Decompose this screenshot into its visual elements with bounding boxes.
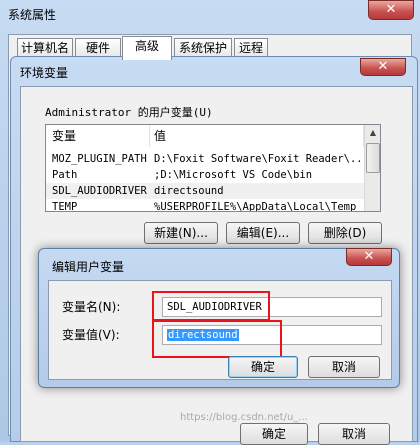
close-button[interactable]: ✕ bbox=[368, 0, 414, 20]
highlight-box bbox=[152, 320, 282, 358]
column-header-value[interactable]: 值 bbox=[150, 125, 364, 147]
table-row[interactable]: MOZ_PLUGIN_PATH D:\Foxit Software\Foxit … bbox=[46, 151, 364, 167]
vertical-scrollbar[interactable]: ▲ bbox=[364, 125, 380, 211]
variable-value-cell: directsound bbox=[154, 185, 224, 197]
tab-hardware[interactable]: 硬件 bbox=[75, 38, 121, 58]
delete-button[interactable]: 删除(D) bbox=[308, 222, 382, 244]
variable-name-cell: Path bbox=[52, 169, 78, 181]
variable-name-label: 变量名(N): bbox=[62, 300, 121, 314]
variable-value-cell: D:\Foxit Software\Foxit Reader\... bbox=[154, 153, 364, 165]
scroll-up-icon[interactable]: ▲ bbox=[365, 125, 380, 141]
user-variables-label: Administrator 的用户变量(U) bbox=[45, 106, 213, 119]
cancel-button[interactable]: 取消 bbox=[308, 356, 380, 378]
ok-button[interactable]: 确定 bbox=[228, 356, 298, 378]
table-row[interactable]: Path ;D:\Microsoft VS Code\bin bbox=[46, 167, 364, 183]
variable-name-cell: MOZ_PLUGIN_PATH bbox=[52, 153, 147, 165]
variable-name-cell: SDL_AUDIODRIVER bbox=[52, 185, 147, 197]
tab-system-protection[interactable]: 系统保护 bbox=[174, 38, 232, 58]
variable-name-cell: TEMP bbox=[52, 201, 78, 212]
variable-value-label: 变量值(V): bbox=[62, 328, 120, 342]
window-title: 系统属性 bbox=[8, 8, 57, 22]
user-variables-list[interactable]: 变量 值 MOZ_PLUGIN_PATH D:\Foxit Software\F… bbox=[45, 124, 381, 212]
tab-advanced[interactable]: 高级 bbox=[122, 36, 172, 60]
variable-value-cell: ;D:\Microsoft VS Code\bin bbox=[154, 169, 313, 181]
edit-button[interactable]: 编辑(E)... bbox=[226, 222, 300, 244]
table-row-selected[interactable]: SDL_AUDIODRIVER directsound bbox=[46, 183, 364, 199]
table-row[interactable]: TEMP %USERPROFILE%\AppData\Local\Temp bbox=[46, 199, 364, 212]
scroll-thumb[interactable] bbox=[366, 143, 380, 173]
new-button[interactable]: 新建(N)... bbox=[144, 222, 218, 244]
column-header-variable[interactable]: 变量 bbox=[46, 125, 150, 147]
close-button[interactable]: ✕ bbox=[360, 58, 406, 76]
dialog-title: 环境变量 bbox=[20, 66, 69, 80]
watermark: https://blog.csdn.net/u_... bbox=[180, 412, 308, 423]
tab-computer-name[interactable]: 计算机名 bbox=[17, 38, 73, 58]
highlight-box bbox=[152, 291, 270, 321]
tab-remote[interactable]: 远程 bbox=[234, 38, 268, 58]
close-button[interactable]: ✕ bbox=[346, 248, 392, 266]
variable-value-cell: %USERPROFILE%\AppData\Local\Temp bbox=[154, 201, 357, 212]
dialog-title: 编辑用户变量 bbox=[52, 260, 125, 274]
